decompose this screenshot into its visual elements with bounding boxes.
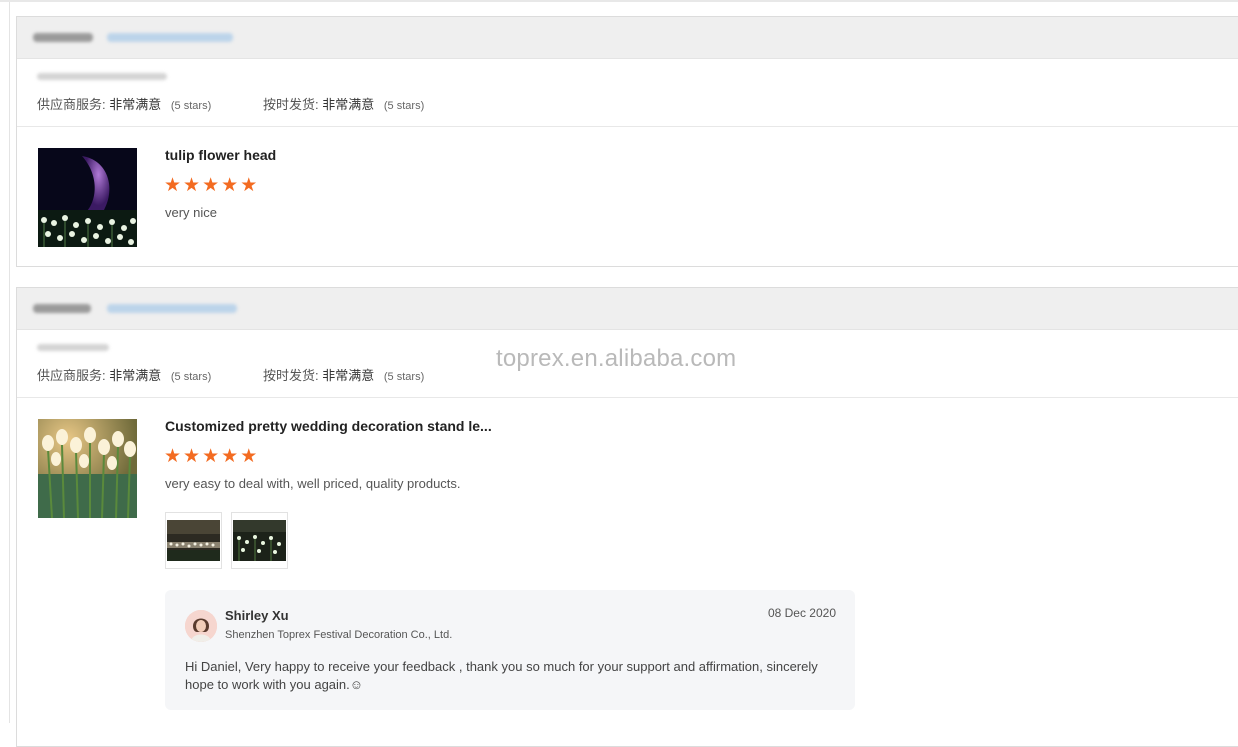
reply-date: 08 Dec 2020 xyxy=(767,606,836,620)
review-stars: ★ ★ ★ ★ ★ xyxy=(164,447,257,466)
star-icon: ★ xyxy=(240,175,258,196)
blurred-buyer-name xyxy=(33,304,91,313)
review-card-1: 供应商服务: 非常满意 (5 stars) 按时发货: 非常满意 (5 star… xyxy=(16,16,1238,267)
product-title[interactable]: tulip flower head xyxy=(165,147,276,163)
review-comment: very easy to deal with, well priced, qua… xyxy=(165,476,461,491)
blurred-buyer-link[interactable] xyxy=(107,33,233,42)
star-icon: ★ xyxy=(164,175,182,196)
supplier-service-rating: 供应商服务: 非常满意 (5 stars) xyxy=(37,365,211,384)
rating-value: 非常满意 xyxy=(109,97,162,112)
avatar xyxy=(185,610,217,642)
review-stars: ★ ★ ★ ★ ★ xyxy=(164,176,257,195)
supplier-service-rating: 供应商服务: 非常满意 (5 stars) xyxy=(37,94,211,113)
rating-summary: 供应商服务: 非常满意 (5 stars) 按时发货: 非常满意 (5 star… xyxy=(17,59,1238,127)
reply-company-name: Shenzhen Toprex Festival Decoration Co.,… xyxy=(225,629,453,641)
top-divider xyxy=(0,0,1238,2)
blurred-buyer-info xyxy=(37,73,167,80)
rating-value: 非常满意 xyxy=(322,97,375,112)
review-photo-thumbnail-2[interactable] xyxy=(231,512,288,569)
supplier-reply: Shirley Xu Shenzhen Toprex Festival Deco… xyxy=(165,590,855,710)
rating-label: 按时发货: xyxy=(263,97,319,112)
rating-stars-text: (5 stars) xyxy=(170,100,212,112)
product-title[interactable]: Customized pretty wedding decoration sta… xyxy=(165,418,492,434)
on-time-shipment-rating: 按时发货: 非常满意 (5 stars) xyxy=(263,94,424,113)
product-image[interactable] xyxy=(38,419,137,518)
rating-label: 供应商服务: xyxy=(37,368,106,383)
star-icon: ★ xyxy=(221,175,239,196)
blurred-buyer-link[interactable] xyxy=(107,304,237,313)
rating-stars-text: (5 stars) xyxy=(383,100,425,112)
rating-label: 按时发货: xyxy=(263,368,319,383)
reply-text: Hi Daniel, Very happy to receive your fe… xyxy=(185,659,818,692)
rating-label: 供应商服务: xyxy=(37,97,106,112)
star-icon: ★ xyxy=(240,446,258,467)
rating-stars-text: (5 stars) xyxy=(170,371,212,383)
review-comment: very nice xyxy=(165,205,218,220)
blurred-buyer-info xyxy=(37,344,109,351)
rating-stars-text: (5 stars) xyxy=(383,371,425,383)
star-icon: ★ xyxy=(202,175,220,196)
rating-value: 非常满意 xyxy=(322,368,375,383)
buyer-header xyxy=(17,17,1238,59)
star-icon: ★ xyxy=(202,446,220,467)
buyer-header xyxy=(17,288,1238,330)
star-icon: ★ xyxy=(164,446,182,467)
review-photo-thumbnail-1[interactable] xyxy=(165,512,222,569)
left-divider xyxy=(9,2,10,723)
watermark: toprex.en.alibaba.com xyxy=(496,345,737,372)
star-icon: ★ xyxy=(183,175,201,196)
star-icon: ★ xyxy=(183,446,201,467)
rating-value: 非常满意 xyxy=(109,368,162,383)
on-time-shipment-rating: 按时发货: 非常满意 (5 stars) xyxy=(263,365,424,384)
blurred-buyer-name xyxy=(33,33,93,42)
star-icon: ★ xyxy=(221,446,239,467)
reply-author-name: Shirley Xu xyxy=(225,608,289,623)
product-image[interactable] xyxy=(38,148,137,247)
